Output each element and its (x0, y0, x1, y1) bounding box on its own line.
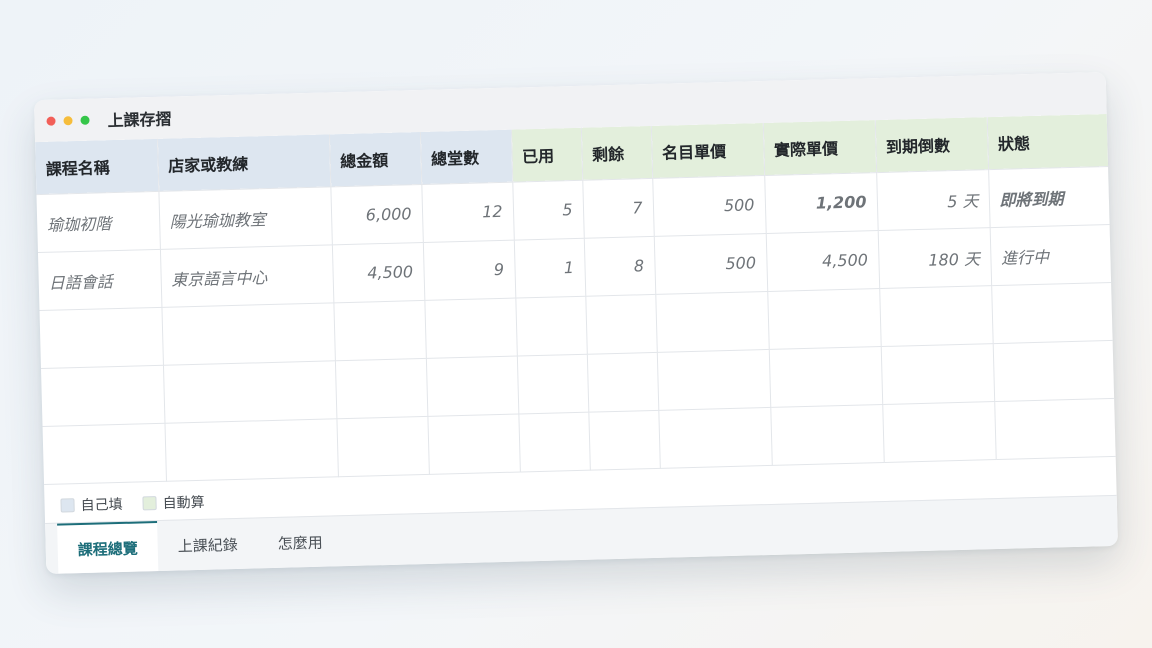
col-header-total-sessions[interactable]: 總堂數 (419, 129, 513, 185)
empty-cell[interactable] (991, 282, 1113, 344)
course-table: 課程名稱 店家或教練 總金額 總堂數 已用 剩餘 名目單價 實際單價 到期倒數 … (35, 114, 1116, 485)
cell-total-amount[interactable]: 6,000 (330, 184, 423, 245)
legend-swatch-auto (142, 496, 157, 511)
empty-cell[interactable] (586, 352, 659, 413)
col-header-total-amount[interactable]: 總金額 (328, 132, 422, 187)
empty-cell[interactable] (658, 407, 772, 469)
status-badge[interactable]: 即將到期 (988, 166, 1110, 228)
cell-used[interactable]: 1 (513, 238, 586, 299)
tab-how-to-use[interactable]: 怎麼用 (257, 516, 343, 568)
col-header-countdown[interactable]: 到期倒數 (874, 117, 989, 173)
empty-cell[interactable] (994, 398, 1116, 460)
app-window: 上課存摺 課程名稱 店家或教練 總金額 總堂數 已用 剩餘 名目單價 實際單價 … (33, 72, 1119, 574)
empty-cell[interactable] (42, 423, 167, 485)
empty-cell[interactable] (588, 410, 660, 471)
maximize-window-icon[interactable] (80, 115, 90, 125)
close-window-icon[interactable] (46, 116, 56, 126)
empty-cell[interactable] (656, 349, 771, 411)
empty-cell[interactable] (770, 404, 884, 466)
empty-cell[interactable] (518, 412, 590, 473)
empty-cell[interactable] (585, 294, 657, 355)
cell-used[interactable]: 5 (512, 180, 584, 241)
empty-cell[interactable] (879, 285, 993, 347)
cell-countdown[interactable]: 180 天 (877, 227, 992, 289)
cell-studio[interactable]: 東京語言中心 (159, 244, 334, 308)
col-header-used[interactable]: 已用 (510, 127, 583, 183)
cell-remaining[interactable]: 8 (583, 236, 656, 297)
cell-remaining[interactable]: 7 (582, 178, 654, 239)
empty-cell[interactable] (882, 401, 996, 463)
cell-countdown[interactable]: 5 天 (876, 169, 990, 231)
empty-cell[interactable] (425, 356, 519, 417)
cell-course-name[interactable]: 瑜珈初階 (36, 191, 160, 253)
col-header-nominal-price[interactable]: 名目單價 (650, 123, 765, 179)
empty-cell[interactable] (992, 340, 1115, 402)
empty-cell[interactable] (333, 300, 426, 361)
cell-total-amount[interactable]: 4,500 (331, 242, 425, 303)
empty-cell[interactable] (516, 354, 589, 415)
cell-actual-price[interactable]: 1,200 (764, 172, 878, 234)
minimize-window-icon[interactable] (63, 115, 73, 125)
empty-cell[interactable] (515, 296, 587, 357)
cell-nominal-price[interactable]: 500 (653, 233, 768, 295)
legend-item-auto: 自動算 (142, 492, 205, 514)
empty-cell[interactable] (39, 307, 163, 369)
empty-cell[interactable] (336, 416, 429, 477)
cell-studio[interactable]: 陽光瑜珈教室 (158, 186, 332, 250)
window-title: 上課存摺 (107, 109, 172, 131)
empty-cell[interactable] (768, 346, 883, 408)
empty-cell[interactable] (767, 288, 881, 350)
tab-course-overview[interactable]: 課程總覽 (57, 521, 159, 574)
empty-cell[interactable] (41, 365, 165, 427)
empty-cell[interactable] (427, 414, 520, 475)
legend-label-auto: 自動算 (162, 494, 205, 512)
legend-swatch-manual (60, 498, 75, 513)
cell-total-sessions[interactable]: 9 (422, 240, 516, 301)
empty-cell[interactable] (161, 302, 335, 366)
col-header-actual-price[interactable]: 實際單價 (762, 120, 877, 176)
status-badge[interactable]: 進行中 (989, 224, 1112, 286)
col-header-status[interactable]: 狀態 (986, 114, 1109, 170)
col-header-course-name[interactable]: 課程名稱 (35, 138, 159, 195)
cell-nominal-price[interactable]: 500 (652, 175, 766, 237)
empty-cell[interactable] (655, 291, 769, 353)
col-header-studio[interactable]: 店家或教練 (157, 134, 331, 192)
cell-course-name[interactable]: 日語會話 (37, 249, 162, 311)
cell-actual-price[interactable]: 4,500 (765, 230, 880, 292)
empty-cell[interactable] (880, 343, 995, 405)
empty-cell[interactable] (164, 418, 338, 482)
empty-cell[interactable] (424, 298, 517, 359)
col-header-remaining[interactable]: 剩餘 (580, 125, 653, 181)
tab-class-records[interactable]: 上課紀錄 (157, 518, 258, 571)
empty-cell[interactable] (162, 360, 337, 424)
cell-total-sessions[interactable]: 12 (421, 182, 514, 243)
legend-item-manual: 自己填 (60, 494, 123, 516)
legend-label-manual: 自己填 (80, 496, 123, 515)
empty-cell[interactable] (334, 358, 428, 419)
